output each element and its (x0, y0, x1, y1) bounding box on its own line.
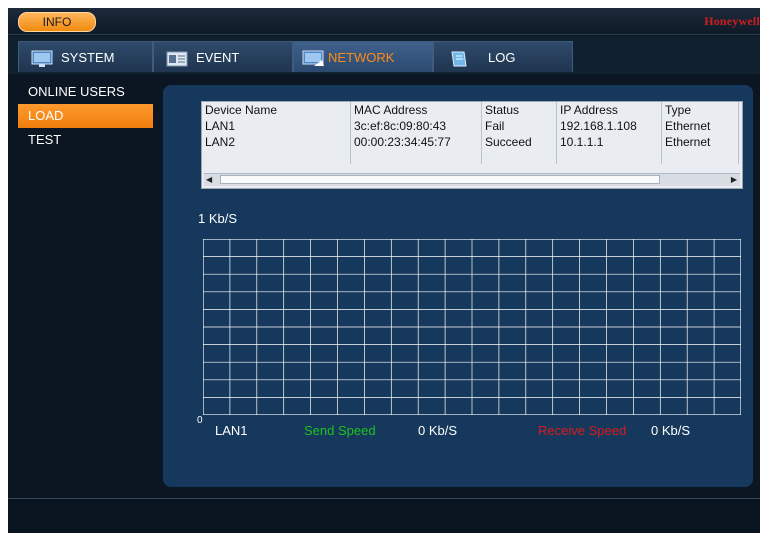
send-speed-label: Send Speed (304, 423, 376, 438)
cell-mac-address: 00:00:23:34:45:77 (350, 134, 482, 150)
network-icon (302, 48, 326, 66)
header-type: Type (661, 102, 739, 118)
load-legend: LAN1 Send Speed 0 Kb/S Receive Speed 0 K… (193, 417, 753, 441)
cell-device-name: LAN2 (202, 134, 351, 150)
table-row[interactable]: LAN2 00:00:23:34:45:77 Succeed 10.1.1.1 … (202, 134, 739, 150)
cell-status: Fail (481, 118, 557, 134)
send-speed-value: 0 Kb/S (418, 423, 458, 438)
header-mac-address: MAC Address (350, 102, 482, 118)
event-icon (166, 48, 190, 67)
cell-mac-address: 3c:ef:8c:09:80:43 (350, 118, 482, 134)
log-icon (448, 48, 472, 67)
tab-event[interactable]: EVENT (153, 41, 293, 72)
cell-type: Ethernet (661, 134, 739, 150)
monitor-icon (31, 48, 55, 67)
horizontal-scrollbar[interactable]: ◀ ▶ (204, 173, 740, 186)
tab-system[interactable]: SYSTEM (18, 41, 153, 72)
receive-speed-label: Receive Speed (538, 423, 627, 438)
table-row[interactable]: LAN1 3c:ef:8c:09:80:43 Fail 192.168.1.10… (202, 118, 739, 134)
brand-logo: Honeywell (704, 14, 760, 28)
tab-network[interactable]: NETWORK (293, 41, 433, 72)
sidebar-item-online-users[interactable]: ONLINE USERS (18, 80, 153, 104)
table-row-empty (202, 150, 739, 164)
tab-log[interactable]: LOG (433, 41, 573, 72)
scrollbar-thumb[interactable] (220, 175, 660, 184)
main-tabs: SYSTEM EVENT NETWORK LOG (8, 36, 760, 74)
cell-type: Ethernet (661, 118, 739, 134)
device-label: LAN1 (215, 423, 248, 438)
cell-ip-address: 192.168.1.108 (556, 118, 662, 134)
chart-unit-label: 1 Kb/S (198, 211, 238, 226)
load-chart (202, 238, 742, 420)
sidebar-item-load[interactable]: LOAD (18, 104, 153, 128)
header-device-name: Device Name (202, 102, 351, 118)
tab-label: LOG (488, 50, 516, 65)
top-bar: INFO Honeywell (8, 8, 760, 35)
cell-device-name: LAN1 (202, 118, 351, 134)
header-ip-address: IP Address (556, 102, 662, 118)
cell-status: Succeed (481, 134, 557, 150)
header-status: Status (481, 102, 557, 118)
sidebar-item-test[interactable]: TEST (18, 128, 153, 152)
tab-label: SYSTEM (61, 50, 115, 65)
cell-ip-address: 10.1.1.1 (556, 134, 662, 150)
scroll-right-icon[interactable]: ▶ (731, 175, 737, 184)
sidebar: ONLINE USERS LOAD TEST (16, 80, 156, 500)
table-header-row: Device Name MAC Address Status IP Addres… (202, 102, 739, 118)
app-window: INFO Honeywell SYSTEM EVENT NETWORK LOG … (8, 8, 760, 533)
tab-label: NETWORK (328, 50, 395, 65)
load-chart-grid (202, 238, 742, 416)
bottom-bar (8, 498, 760, 533)
device-table: Device Name MAC Address Status IP Addres… (201, 101, 743, 189)
tab-label: EVENT (196, 50, 240, 65)
receive-speed-value: 0 Kb/S (651, 423, 691, 438)
info-button[interactable]: INFO (18, 12, 96, 32)
load-panel: Device Name MAC Address Status IP Addres… (163, 85, 753, 487)
scroll-left-icon[interactable]: ◀ (206, 175, 212, 184)
